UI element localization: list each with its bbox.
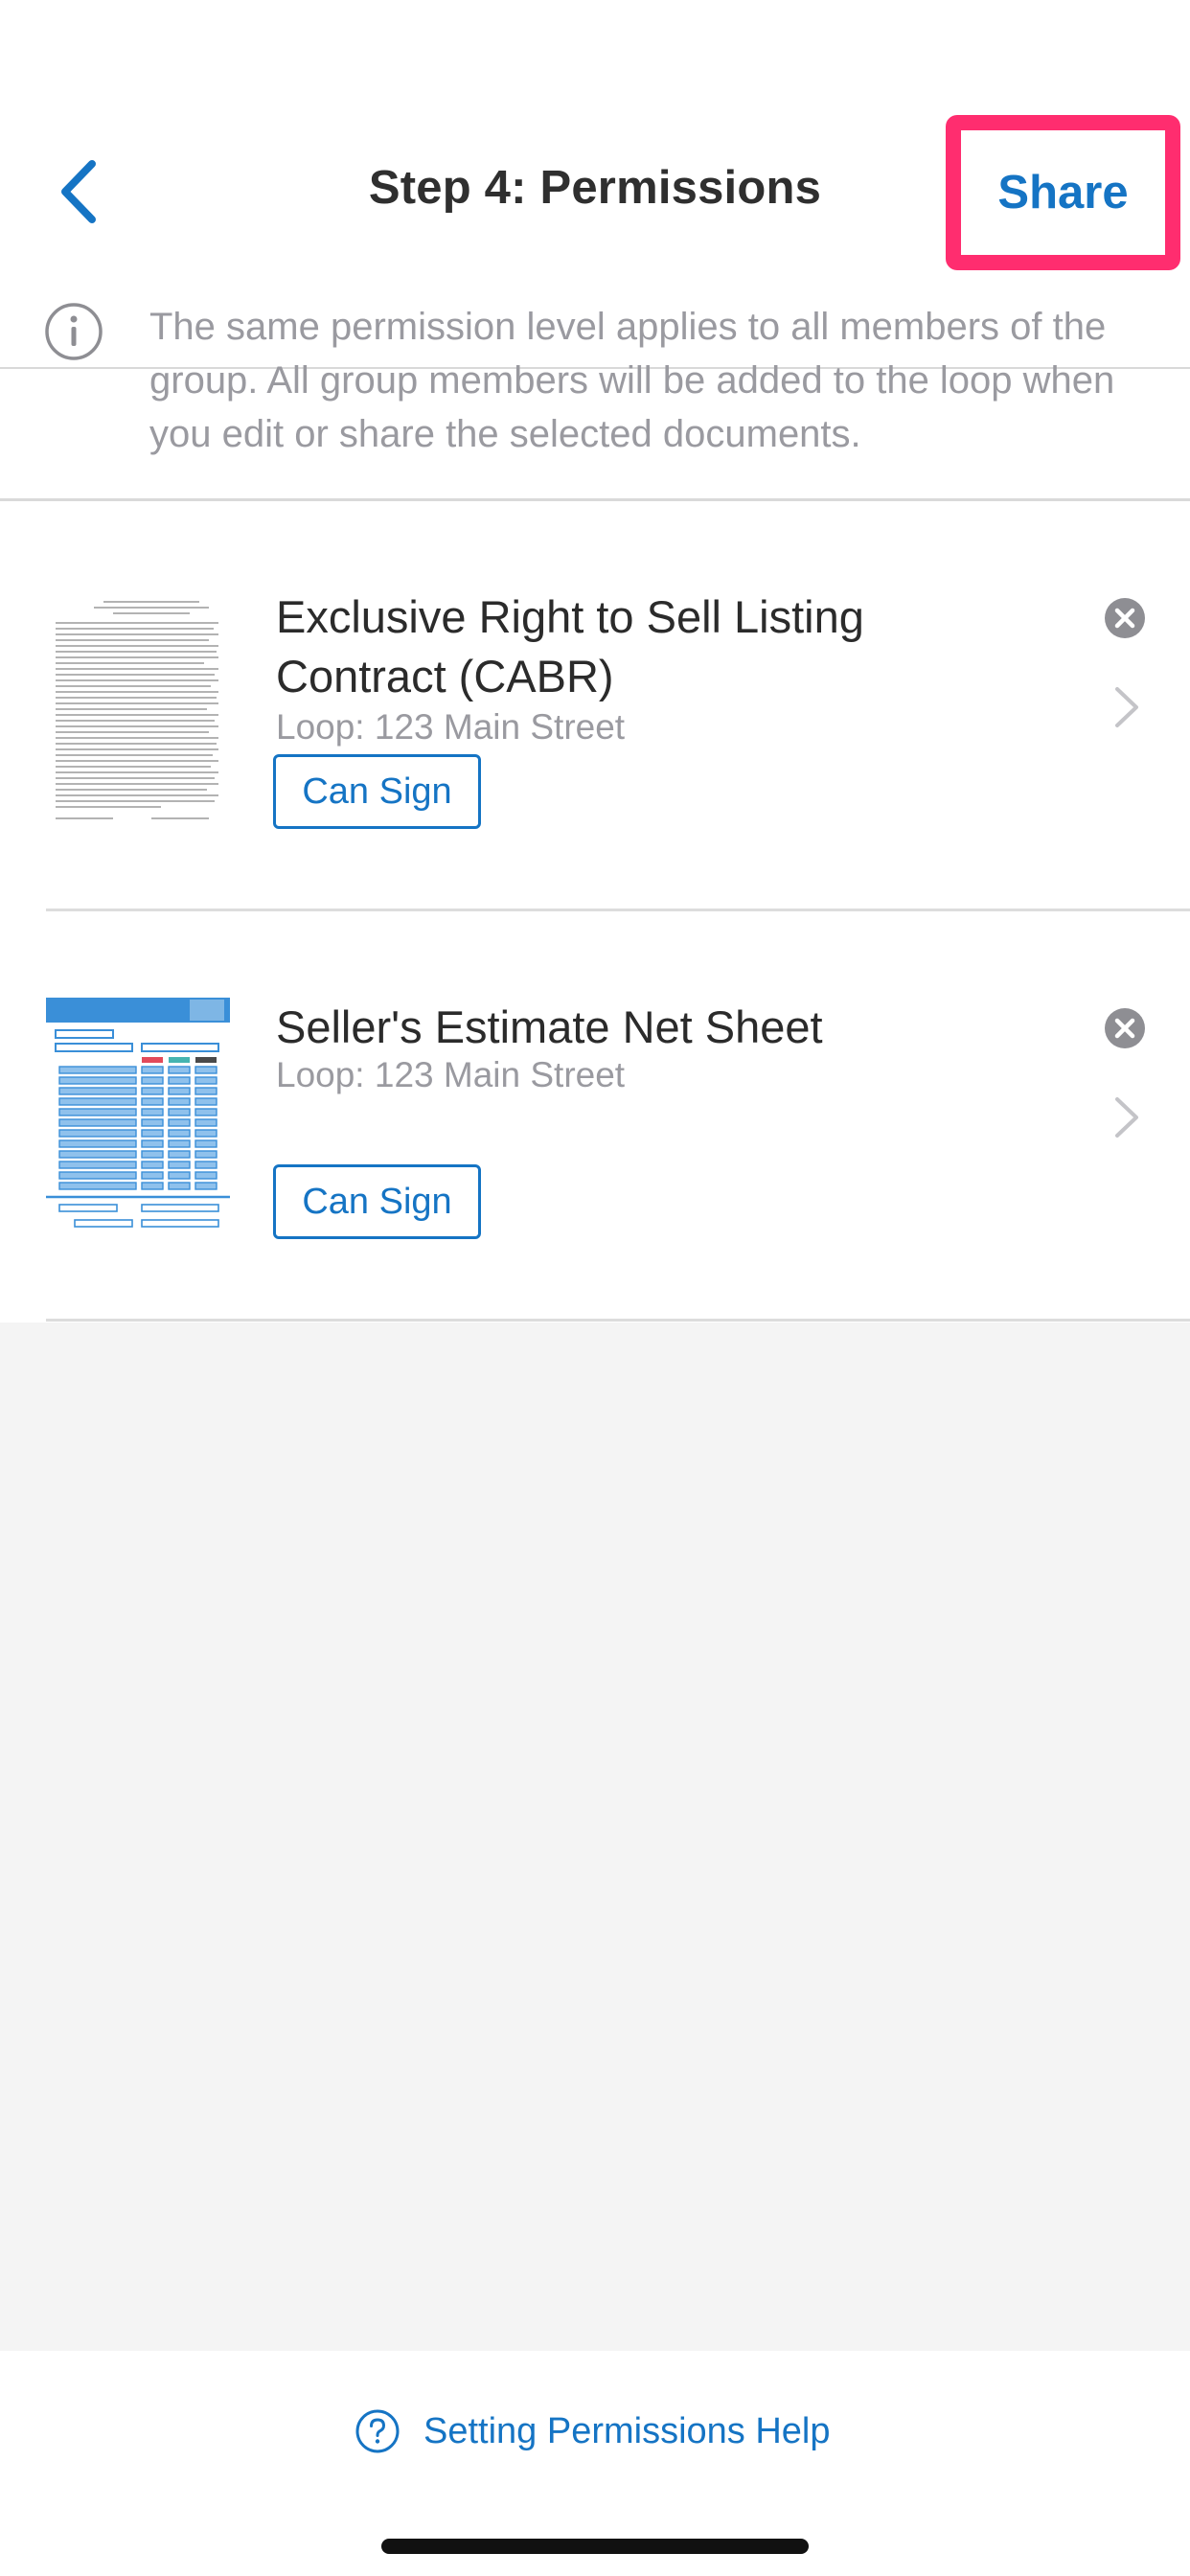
document-loop: Loop: 123 Main Street (276, 1055, 626, 1094)
row-divider (46, 1319, 1190, 1322)
help-bar: Setting Permissions Help (0, 2351, 1190, 2576)
info-text: The same permission level applies to all… (149, 306, 1115, 455)
permission-button[interactable]: Can Sign (273, 754, 481, 829)
share-button[interactable]: Share (946, 115, 1180, 270)
home-indicator (381, 2539, 809, 2554)
document-thumbnail (46, 592, 230, 832)
help-label: Setting Permissions Help (423, 2410, 831, 2451)
chevron-right-icon[interactable] (1111, 1093, 1142, 1141)
document-thumbnail (46, 998, 230, 1237)
remove-document-icon[interactable] (1104, 597, 1146, 639)
remove-document-icon[interactable] (1104, 1007, 1146, 1049)
permission-button[interactable]: Can Sign (273, 1164, 481, 1239)
document-row[interactable]: Seller's Estimate Net Sheet Loop: 123 Ma… (0, 911, 1190, 1322)
question-circle-icon (355, 2409, 400, 2453)
document-loop: Loop: 123 Main Street (276, 707, 626, 747)
info-icon (45, 303, 103, 360)
help-link[interactable]: Setting Permissions Help (355, 2408, 831, 2454)
document-title: Exclusive Right to Sell Listing Contract… (276, 591, 864, 702)
chevron-right-icon[interactable] (1111, 683, 1142, 731)
info-banner: The same permission level applies to all… (0, 254, 1190, 498)
document-row[interactable]: Exclusive Right to Sell Listing Contract… (0, 501, 1190, 911)
content-area: Step 4: Permissions Share The same permi… (0, 0, 1190, 1322)
navigation-bar: Step 4: Permissions Share (0, 115, 1190, 369)
document-title: Seller's Estimate Net Sheet (276, 1001, 823, 1052)
